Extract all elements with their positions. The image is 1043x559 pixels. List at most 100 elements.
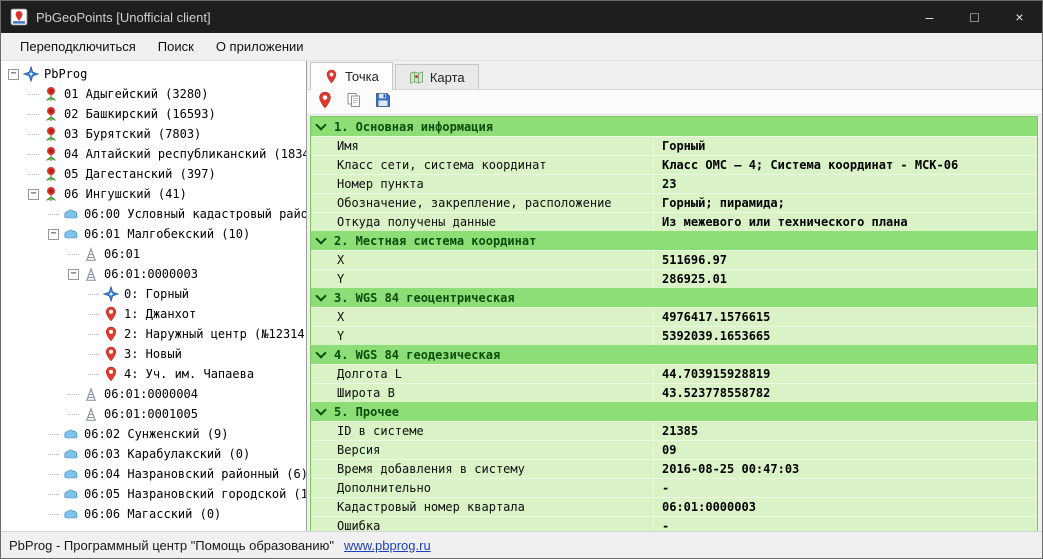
tree-item[interactable]: 06:01:0001005 (1, 404, 306, 424)
menu-item-search[interactable]: Поиск (147, 35, 205, 58)
copy-button[interactable] (344, 92, 364, 112)
tree-item[interactable]: 06:06 Магасский (0) (1, 504, 306, 524)
tree-connector (88, 354, 99, 355)
property-row[interactable]: Номер пункта23 (311, 174, 1037, 193)
pin-icon (103, 326, 119, 342)
property-row[interactable]: Время добавления в систему2016-08-25 00:… (311, 459, 1037, 478)
tree-item[interactable]: −06 Ингушский (41) (1, 184, 306, 204)
tree-expander[interactable]: − (48, 229, 59, 240)
property-row[interactable]: Обозначение, закрепление, расположениеГо… (311, 193, 1037, 212)
property-row[interactable]: X4976417.1576615 (311, 307, 1037, 326)
property-label: Имя (311, 137, 653, 155)
section-title: 2. Местная система координат (334, 234, 536, 248)
property-value: 2016-08-25 00:47:03 (653, 460, 1037, 478)
tree-item[interactable]: 3: Новый (1, 344, 306, 364)
property-table-wrap: 1. Основная информацияИмяГорныйКласс сет… (307, 115, 1042, 531)
section-title: 3. WGS 84 геоцентрическая (334, 291, 515, 305)
section-header[interactable]: 5. Прочее (311, 402, 1037, 421)
section-header[interactable]: 2. Местная система координат (311, 231, 1037, 250)
region-icon (43, 86, 59, 102)
property-value: Класс ОМС – 4; Система координат - МСК-0… (653, 156, 1037, 174)
tree-connector (88, 294, 99, 295)
tree-item-label: 0: Горный (124, 287, 189, 301)
property-row[interactable]: Версия09 (311, 440, 1037, 459)
tree-item[interactable]: 02 Башкирский (16593) (1, 104, 306, 124)
tree-item-label: 06:05 Назрановский городской (14) (84, 487, 307, 501)
section-title: 5. Прочее (334, 405, 399, 419)
district-icon (63, 426, 79, 442)
section-header[interactable]: 3. WGS 84 геоцентрическая (311, 288, 1037, 307)
menu-item-reconnect[interactable]: Переподключиться (9, 35, 147, 58)
property-label: Кадастровый номер квартала (311, 498, 653, 516)
tree-item[interactable]: − 06:01:0000003 (1, 264, 306, 284)
detail-panel: ТочкаКарта 1. Основная информацияИмяГорн… (307, 61, 1042, 531)
tree-item[interactable]: 0: Горный (1, 284, 306, 304)
tree-item-label: 06:04 Назрановский районный (6) (84, 467, 307, 481)
tree-item[interactable]: −PbProg (1, 64, 306, 84)
tab-map[interactable]: Карта (395, 64, 479, 89)
tree-item-label: 4: Уч. им. Чапаева (124, 367, 254, 381)
tree-item[interactable]: 03 Бурятский (7803) (1, 124, 306, 144)
tree-item[interactable]: 06:04 Назрановский районный (6) (1, 464, 306, 484)
tree-item[interactable]: 06:00 Условный кадастровый район (1, 204, 306, 224)
property-row[interactable]: ID в системе21385 (311, 421, 1037, 440)
property-row[interactable]: Широта B43.523778558782 (311, 383, 1037, 402)
property-row[interactable]: Откуда получены данныеИз межевого или те… (311, 212, 1037, 231)
tree-expander[interactable]: − (68, 269, 79, 280)
tree-item[interactable]: 4: Уч. им. Чапаева (1, 364, 306, 384)
tree-item[interactable]: 06:01:0000004 (1, 384, 306, 404)
property-value: 23 (653, 175, 1037, 193)
property-row[interactable]: ИмяГорный (311, 136, 1037, 155)
tree-expander[interactable]: − (28, 189, 39, 200)
property-row[interactable]: X511696.97 (311, 250, 1037, 269)
maximize-button[interactable]: □ (952, 1, 997, 33)
tree-item-label: 06:03 Карабулакский (0) (84, 447, 250, 461)
tree-expander[interactable]: − (8, 69, 19, 80)
tree-item-label: 06:01:0000003 (104, 267, 198, 281)
tree-item[interactable]: 06:02 Сунженский (9) (1, 424, 306, 444)
compass-icon (23, 66, 39, 82)
property-row[interactable]: Дополнительно- (311, 478, 1037, 497)
tree-item[interactable]: 06:03 Карабулакский (0) (1, 444, 306, 464)
tree-item[interactable]: 01 Адыгейский (3280) (1, 84, 306, 104)
menu-item-about[interactable]: О приложении (205, 35, 315, 58)
statusbar: PbProg - Программный центр "Помощь образ… (1, 531, 1042, 558)
tree-item-label: 02 Башкирский (16593) (64, 107, 216, 121)
region-icon (43, 106, 59, 122)
tree-item[interactable]: −06:01 Малгобекский (10) (1, 224, 306, 244)
tree-item[interactable]: 1: Джанхот (1, 304, 306, 324)
property-row[interactable]: Долгота L44.703915928819 (311, 364, 1037, 383)
region-icon (43, 166, 59, 182)
tree-item[interactable]: 05 Дагестанский (397) (1, 164, 306, 184)
section-header[interactable]: 1. Основная информация (311, 117, 1037, 136)
tab-point[interactable]: Точка (310, 62, 393, 90)
property-row[interactable]: Класс сети, система координатКласс ОМС –… (311, 155, 1037, 174)
point-toolbar (307, 90, 1042, 115)
tree-item-label: 06:01:0000004 (104, 387, 198, 401)
tree-connector (68, 394, 79, 395)
property-row[interactable]: Y5392039.1653665 (311, 326, 1037, 345)
region-icon (43, 126, 59, 142)
pin-icon (316, 91, 334, 114)
region-tree[interactable]: −PbProg01 Адыгейский (3280) 02 Башкирский… (1, 61, 307, 531)
compass-icon (103, 286, 119, 302)
property-label: Дополнительно (311, 479, 653, 497)
tree-item[interactable]: 2: Наружный центр (№12314) (1, 324, 306, 344)
tower-icon (83, 246, 99, 262)
tree-connector (68, 254, 79, 255)
district-icon (63, 466, 79, 482)
status-link[interactable]: www.pbprog.ru (344, 538, 431, 553)
tree-connector (48, 454, 59, 455)
locate-point-button[interactable] (315, 92, 335, 112)
section-header[interactable]: 4. WGS 84 геодезическая (311, 345, 1037, 364)
property-row[interactable]: Кадастровый номер квартала06:01:0000003 (311, 497, 1037, 516)
tree-item[interactable]: 04 Алтайский республиканский (1834) (1, 144, 306, 164)
property-row[interactable]: Y286925.01 (311, 269, 1037, 288)
minimize-button[interactable]: – (907, 1, 952, 33)
tree-item[interactable]: 06:01 (1, 244, 306, 264)
tree-item[interactable]: 06:05 Назрановский городской (14) (1, 484, 306, 504)
close-button[interactable]: × (997, 1, 1042, 33)
save-button[interactable] (373, 92, 393, 112)
app-icon (10, 8, 28, 26)
district-icon (63, 206, 79, 222)
